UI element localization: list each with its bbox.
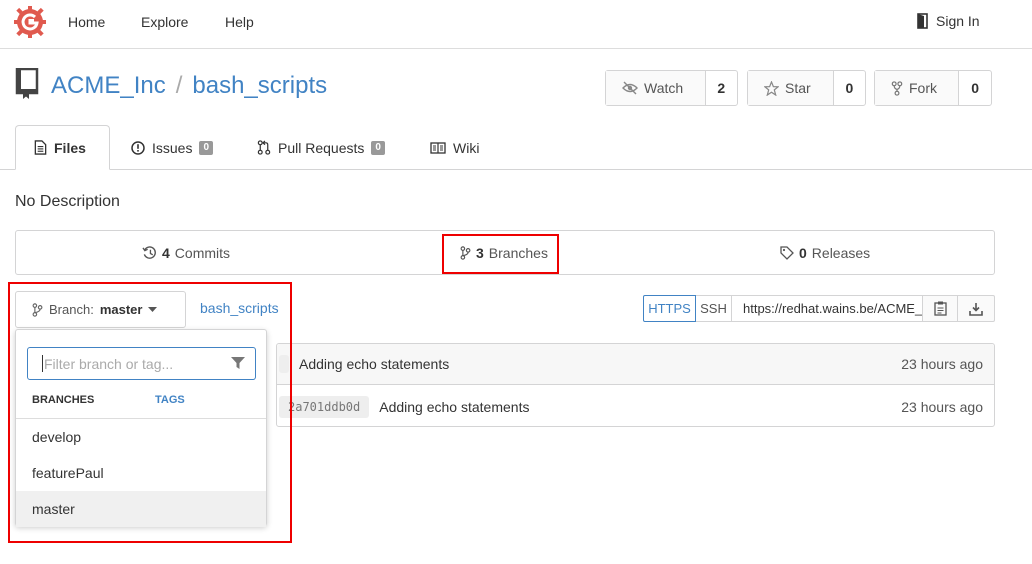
history-icon: [142, 246, 156, 259]
clone-https-button[interactable]: HTTPS: [643, 295, 696, 322]
copy-url-button[interactable]: [922, 295, 958, 322]
watch-group: Watch 2: [605, 70, 738, 106]
commit-time: 23 hours ago: [901, 356, 983, 372]
releases-count: 0: [799, 245, 807, 261]
sign-in-label: Sign In: [936, 13, 980, 29]
watch-count[interactable]: 2: [706, 71, 737, 105]
nav-explore[interactable]: Explore: [141, 14, 188, 30]
download-archive-button[interactable]: [958, 295, 995, 322]
file-text-icon: [34, 140, 47, 155]
clone-ssh-button[interactable]: SSH: [696, 295, 732, 322]
repo-owner-link[interactable]: ACME_Inc: [51, 72, 166, 100]
branch-selector-highlight-box: [8, 282, 292, 543]
tag-icon: [780, 246, 794, 260]
commit-message[interactable]: Adding echo statements: [379, 399, 529, 415]
fork-label: Fork: [909, 80, 937, 96]
pull-request-icon: [257, 140, 271, 155]
issue-opened-icon: [131, 140, 145, 155]
releases-label: Releases: [811, 245, 871, 261]
nav-home[interactable]: Home: [68, 14, 105, 30]
latest-commit-table: Adding echo statements 23 hours ago 2a70…: [276, 343, 995, 427]
pulls-count-badge: 0: [371, 140, 385, 155]
commits-label: Commits: [174, 245, 231, 261]
star-label: Star: [785, 80, 811, 96]
issues-count-badge: 0: [199, 140, 214, 155]
fork-icon: [891, 80, 903, 96]
table-row: 2a701ddb0d Adding echo statements 23 hou…: [277, 386, 994, 427]
repo-name-link[interactable]: bash_scripts: [192, 72, 327, 100]
tab-wiki-label: Wiki: [453, 139, 480, 156]
star-icon: [764, 80, 779, 96]
repo-title-separator: /: [175, 72, 183, 99]
tab-issues-label: Issues: [152, 139, 193, 156]
table-row: Adding echo statements 23 hours ago: [277, 344, 994, 385]
gogs-logo-icon[interactable]: [14, 6, 46, 38]
star-count[interactable]: 0: [834, 71, 865, 105]
fork-count[interactable]: 0: [959, 71, 991, 105]
commits-stat-link[interactable]: 4 Commits: [142, 245, 230, 261]
star-button[interactable]: Star: [748, 71, 834, 105]
repo-title: ACME_Inc / bash_scripts: [51, 72, 327, 100]
branches-highlight-box: [442, 234, 559, 274]
fork-button[interactable]: Fork: [875, 71, 960, 105]
clone-url-field[interactable]: https://redhat.wains.be/ACME_Inc/bash_sc…: [732, 295, 923, 322]
nav-help[interactable]: Help: [225, 14, 254, 30]
commit-sha[interactable]: 2a701ddb0d: [279, 395, 370, 418]
commit-time: 23 hours ago: [901, 398, 983, 415]
watch-label: Watch: [644, 80, 684, 96]
download-icon: [969, 302, 983, 316]
fork-group: Fork 0: [874, 70, 992, 106]
commits-count: 4: [162, 245, 170, 261]
releases-stat-link[interactable]: 0 Releases: [780, 245, 870, 261]
tab-pull-requests[interactable]: Pull Requests 0: [239, 125, 403, 170]
tab-files[interactable]: Files: [15, 125, 110, 170]
repo-description: No Description: [15, 193, 120, 210]
star-group: Star 0: [747, 70, 866, 106]
watch-button[interactable]: Watch: [606, 71, 706, 105]
commit-message[interactable]: Adding echo statements: [299, 356, 449, 372]
sign-in-icon: [917, 13, 928, 29]
tab-issues[interactable]: Issues 0: [113, 125, 231, 170]
sign-in-link[interactable]: Sign In: [916, 13, 980, 29]
book-open-icon: [430, 141, 446, 154]
tab-wiki[interactable]: Wiki: [412, 125, 497, 170]
clipboard-icon: [933, 301, 947, 316]
repo-book-icon: [15, 68, 39, 99]
tab-files-label: Files: [54, 139, 86, 156]
tab-pull-requests-label: Pull Requests: [278, 139, 365, 156]
eye-slash-icon: [622, 81, 638, 95]
